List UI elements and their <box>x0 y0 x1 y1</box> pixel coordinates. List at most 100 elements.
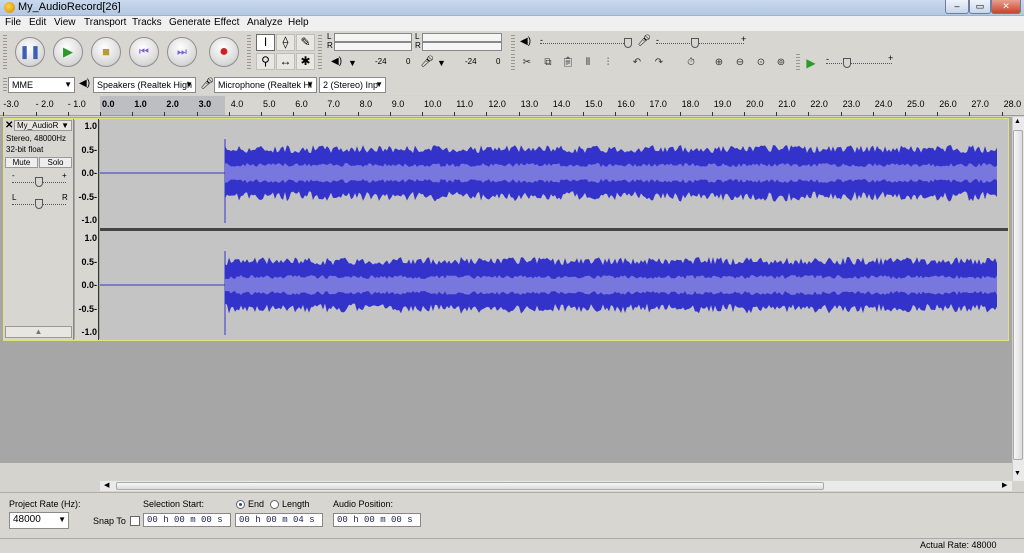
tools-grip[interactable] <box>247 35 251 71</box>
ruler-tick <box>776 112 778 116</box>
play-speed-knob[interactable] <box>843 58 851 68</box>
menu-generate[interactable]: Generate <box>169 17 211 28</box>
ruler-tick <box>164 112 166 116</box>
vertical-scroll-thumb[interactable] <box>1013 130 1023 460</box>
stop-button[interactable]: ■ <box>91 37 121 67</box>
amplitude-label: -0.5- <box>78 191 97 202</box>
collapse-track-button[interactable]: ▲ <box>5 326 72 338</box>
project-rate-select[interactable]: 48000 ▼ <box>9 512 69 529</box>
menu-file[interactable]: File <box>5 17 21 28</box>
recording-device-select[interactable]: Microphone (Realtek Hi ▼ <box>214 77 317 93</box>
amplitude-label: 0.5- <box>81 144 97 155</box>
meter-grip[interactable] <box>318 35 322 71</box>
gain-plus-label: + <box>62 171 67 180</box>
menu-effect[interactable]: Effect <box>214 17 239 28</box>
ruler-tick-label: 11.0 <box>456 99 474 109</box>
skip-to-start-button[interactable]: ⏮ <box>129 37 159 67</box>
end-radio[interactable] <box>236 500 245 509</box>
menu-transport[interactable]: Transport <box>84 17 126 28</box>
fit-selection-button[interactable]: ⊙ <box>752 55 770 71</box>
play-button[interactable]: ▶ <box>53 37 83 67</box>
ruler-tick-label: 5.0 <box>263 99 276 109</box>
pan-knob[interactable] <box>35 199 43 209</box>
menu-view[interactable]: View <box>54 17 76 28</box>
ruler-tick-label: 23.0 <box>842 99 861 109</box>
input-volume-slider[interactable] <box>656 43 744 45</box>
minimize-button[interactable]: – <box>945 0 969 14</box>
device-grip[interactable] <box>3 78 7 92</box>
menu-tracks[interactable]: Tracks <box>132 17 162 28</box>
recording-channels-select[interactable]: 2 (Stereo) Inp ▼ <box>319 77 386 93</box>
skip-to-end-button[interactable]: ⏭ <box>167 37 197 67</box>
draw-tool[interactable]: ✎ <box>296 34 315 51</box>
ruler-tick-label: 21.0 <box>778 99 796 109</box>
clock-icon: ⏱ <box>687 57 695 68</box>
play-at-speed-button[interactable]: ▶ <box>802 55 820 71</box>
skip-start-icon: ⏮ <box>139 46 149 58</box>
scroll-down-arrow-icon[interactable]: ▼ <box>1014 470 1021 477</box>
edit-grip[interactable] <box>511 54 515 72</box>
zoom-tool[interactable]: ⚲ <box>256 53 275 70</box>
track-close-icon[interactable]: ✕ <box>5 120 13 131</box>
ruler-tick-label: 26.0 <box>939 99 957 109</box>
audio-position-time[interactable]: 00 h 00 m 00 s <box>333 513 421 527</box>
menu-analyze[interactable]: Analyze <box>247 17 283 28</box>
gain-knob[interactable] <box>35 177 43 187</box>
fit-project-button[interactable]: ⊚ <box>772 55 790 71</box>
record-meter-dropdown[interactable]: ▼ <box>437 58 446 68</box>
play-speed-grip[interactable] <box>796 54 800 72</box>
ruler-tick <box>261 112 262 116</box>
length-radio[interactable] <box>270 500 279 509</box>
redo-button[interactable]: ↷ <box>650 55 668 71</box>
pencil-icon: ✎ <box>300 35 311 49</box>
sync-lock-button[interactable]: ⏱ <box>682 55 700 71</box>
ruler-tick-label: 7.0 <box>327 99 340 109</box>
track-name-menu[interactable]: My_AudioR ▼ <box>14 120 72 131</box>
audio-host-select[interactable]: MME ▼ <box>8 77 75 93</box>
playback-device-select[interactable]: Speakers (Realtek High ▼ <box>93 77 196 93</box>
mute-button[interactable]: Mute <box>5 157 38 168</box>
left-channel-waveform[interactable] <box>100 119 1008 228</box>
multi-tool[interactable]: ✱ <box>296 53 315 70</box>
play-speed-slider[interactable] <box>826 63 892 65</box>
timeshift-tool[interactable]: ↔ <box>276 53 295 70</box>
ruler-tick-label: 1.0 <box>134 99 147 109</box>
output-volume-slider[interactable] <box>540 43 630 45</box>
menu-edit[interactable]: Edit <box>29 17 46 28</box>
zoom-in-button[interactable]: ⊕ <box>710 55 728 71</box>
selection-start-time[interactable]: 00 h 00 m 00 s <box>143 513 231 527</box>
selection-tool[interactable]: I <box>256 34 275 51</box>
toolbar-grip[interactable] <box>3 35 7 71</box>
ruler-tick-label: -3.0 <box>3 99 19 109</box>
ruler-tick <box>840 112 842 116</box>
ruler-tick-label: 3.0 <box>198 99 212 109</box>
envelope-tool[interactable]: ⟠ <box>276 34 295 51</box>
mixer-grip[interactable] <box>511 35 515 51</box>
ruler-tick-label: 12.0 <box>488 99 506 109</box>
undo-button[interactable]: ↶ <box>628 55 646 71</box>
close-button[interactable]: ✕ <box>991 0 1021 14</box>
pause-button[interactable]: ❚❚ <box>15 37 45 67</box>
snap-to-checkbox[interactable] <box>130 516 140 526</box>
input-volume-knob[interactable] <box>691 38 699 48</box>
scroll-right-arrow-icon[interactable]: ▶ <box>1002 481 1007 489</box>
zoom-out-button[interactable]: ⊖ <box>731 55 749 71</box>
silence-button[interactable]: ⫶ <box>599 55 617 71</box>
right-channel-waveform[interactable] <box>100 231 1008 340</box>
horizontal-scroll-thumb[interactable] <box>116 482 824 490</box>
solo-button[interactable]: Solo <box>39 157 72 168</box>
maximize-button[interactable]: ▭ <box>969 0 991 14</box>
selection-end-time[interactable]: 00 h 00 m 04 s <box>235 513 323 527</box>
menu-help[interactable]: Help <box>288 17 309 28</box>
trim-button[interactable]: ⫴ <box>579 55 597 71</box>
record-button[interactable]: ● <box>209 37 239 67</box>
title-bar <box>0 0 1024 16</box>
output-volume-knob[interactable] <box>624 38 632 48</box>
paste-button[interactable]: 📋︎ <box>559 55 577 71</box>
scroll-left-arrow-icon[interactable]: ◀ <box>104 481 109 489</box>
cut-button[interactable]: ✂ <box>518 55 536 71</box>
ruler-tick <box>518 112 520 116</box>
playback-meter-dropdown[interactable]: ▼ <box>348 58 357 68</box>
copy-button[interactable]: ⧉ <box>539 55 557 71</box>
scroll-up-arrow-icon[interactable]: ▲ <box>1014 118 1021 125</box>
